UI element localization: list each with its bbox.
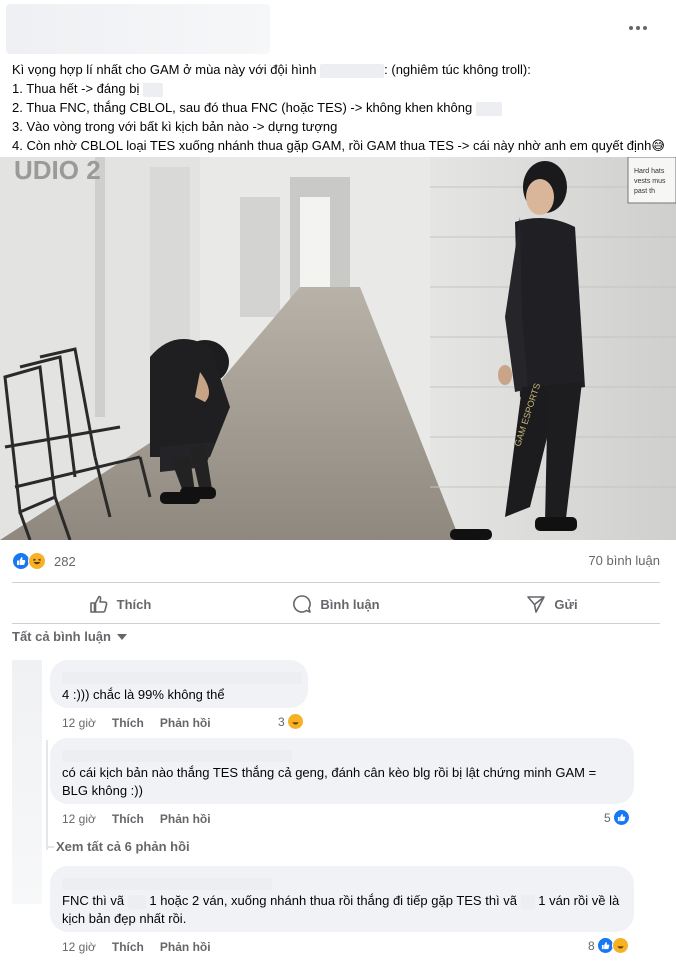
comment-reactions[interactable]: 5: [604, 809, 630, 826]
svg-text:vests mus: vests mus: [634, 178, 666, 185]
comment-bubble: FNC thì vã 1 hoặc 2 ván, xuống nhánh thu…: [50, 866, 634, 932]
comment-time[interactable]: 12 giờ: [62, 812, 96, 826]
divider: [12, 582, 660, 583]
svg-text:UDIO 2: UDIO 2: [14, 157, 101, 185]
comment-reply-button[interactable]: Phản hồi: [160, 716, 211, 730]
comment-reply-button[interactable]: Phản hồi: [160, 812, 211, 826]
comment-reaction-count: 5: [604, 810, 611, 825]
comment-meta: 12 giờ Thích Phản hồi: [62, 716, 211, 730]
reply-connector: [46, 846, 54, 848]
comment-like-button[interactable]: Thích: [112, 716, 144, 730]
comment-text: FNC thì vã 1 hoặc 2 ván, xuống nhánh thu…: [62, 893, 620, 926]
caret-down-icon: [116, 633, 127, 640]
thumbs-up-icon: [89, 595, 108, 613]
post-line-1: Kì vọng hợp lí nhất cho GAM ở mùa này vớ…: [12, 62, 531, 78]
comment-like-button[interactable]: Thích: [112, 940, 144, 954]
comment-author-redacted[interactable]: [62, 874, 622, 890]
comment-author-redacted[interactable]: [62, 668, 302, 684]
reaction-summary[interactable]: 282: [12, 551, 76, 571]
comment-bubble: có cái kịch bản nào thắng TES thắng cả g…: [50, 738, 634, 804]
divider: [12, 623, 660, 624]
comment-reply-button[interactable]: Phản hồi: [160, 940, 211, 954]
like-reaction-icon: [612, 809, 630, 826]
post-header: [0, 0, 676, 56]
comment-label: Bình luận: [320, 596, 380, 612]
hallway-photo: UDIO 2 Hard hats vests mus past th GAM E…: [0, 157, 676, 540]
action-bar: Thích Bình luận Gửi: [12, 586, 660, 622]
like-button[interactable]: Thích: [12, 586, 228, 622]
haha-reaction-icon: [28, 552, 46, 570]
comment-icon: [293, 595, 312, 613]
share-icon: [527, 596, 546, 613]
svg-text:past th: past th: [634, 188, 655, 195]
comment-author-redacted[interactable]: [62, 746, 622, 762]
redacted-text: [142, 82, 163, 97]
comment-text: có cái kịch bản nào thắng TES thắng cả g…: [62, 765, 597, 798]
reaction-count: 282: [54, 553, 76, 569]
post-line-2: 1. Thua hết -> đáng bị: [12, 79, 664, 98]
comment-bubble: 4 :))) chắc là 99% không thể: [50, 660, 308, 708]
comment-text: 4 :))) chắc là 99% không thể: [62, 687, 225, 702]
comment-count[interactable]: 70 bình luận: [588, 553, 660, 568]
comment-like-button[interactable]: Thích: [112, 812, 144, 826]
post-line-4: 3. Vào vòng trong với bất kì kịch bản nà…: [12, 119, 338, 134]
more-options-icon[interactable]: [626, 18, 650, 38]
comment-reaction-count: 8: [588, 938, 595, 953]
redacted-text: [320, 63, 385, 78]
svg-text:Hard hats: Hard hats: [634, 168, 665, 175]
comment-button[interactable]: Bình luận: [228, 586, 444, 622]
sort-label: Tất cả bình luận: [12, 629, 111, 644]
comment-meta: 12 giờ Thích Phản hồi: [62, 812, 211, 826]
reply-thread-line: [46, 740, 48, 850]
view-all-replies-link[interactable]: Xem tất cả 6 phản hồi: [56, 839, 190, 854]
like-label: Thích: [116, 596, 152, 612]
comment-time[interactable]: 12 giờ: [62, 716, 96, 730]
post-photo[interactable]: UDIO 2 Hard hats vests mus past th GAM E…: [0, 157, 676, 540]
post-line-3: 2. Thua FNC, thắng CBLOL, sau đó thua FN…: [12, 98, 664, 117]
share-label: Gửi: [554, 596, 578, 612]
comment-sort-dropdown[interactable]: Tất cả bình luận: [12, 629, 127, 644]
redacted-text: [475, 101, 502, 116]
haha-reaction-icon: [611, 937, 629, 954]
haha-reaction-icon: [286, 713, 304, 730]
avatar-redacted: [12, 660, 42, 904]
share-button[interactable]: Gửi: [444, 586, 660, 622]
comment-reaction-count: 3: [278, 714, 285, 729]
author-info-redacted: [6, 4, 270, 54]
comment-reactions[interactable]: 8: [588, 937, 629, 954]
comment-reactions[interactable]: 3: [278, 713, 304, 730]
comment-meta: 12 giờ Thích Phản hồi: [62, 940, 211, 954]
comment-time[interactable]: 12 giờ: [62, 940, 96, 954]
post-line-5: 4. Còn nhờ CBLOL loại TES xuống nhánh th…: [12, 138, 665, 153]
post-text: Kì vọng hợp lí nhất cho GAM ở mùa này vớ…: [12, 60, 665, 155]
